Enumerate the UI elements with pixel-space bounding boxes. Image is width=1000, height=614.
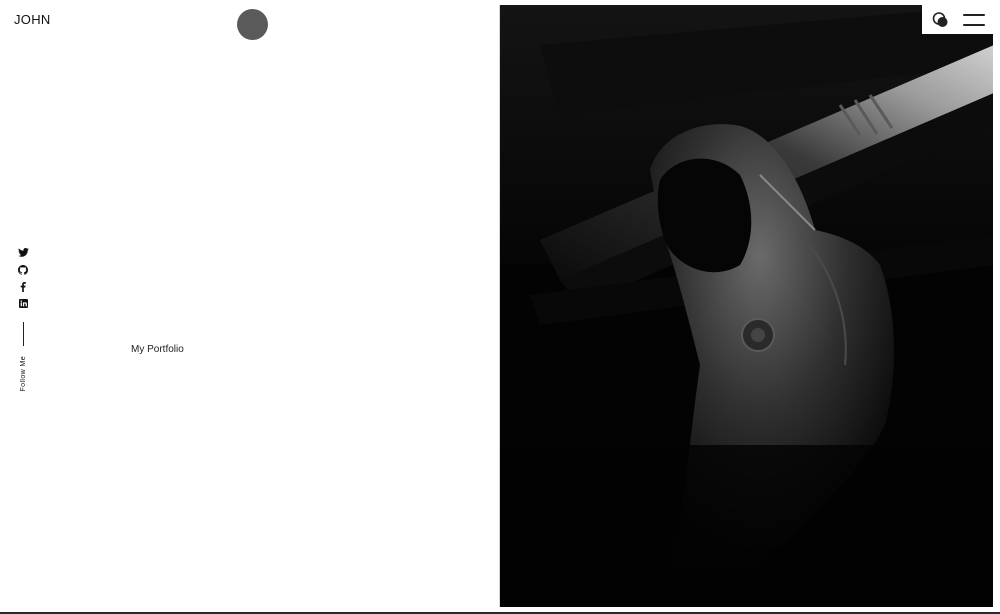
social-divider-line bbox=[22, 322, 24, 346]
hero-photo bbox=[499, 5, 994, 607]
github-icon bbox=[18, 264, 28, 275]
linkedin-link[interactable] bbox=[14, 295, 32, 312]
facebook-link[interactable] bbox=[14, 278, 32, 295]
hamburger-menu-button[interactable] bbox=[963, 13, 985, 26]
follow-me-label: Follow Me bbox=[19, 356, 27, 392]
social-links: Follow Me bbox=[14, 244, 32, 392]
brand-logo[interactable]: JOHN bbox=[14, 12, 51, 27]
github-link[interactable] bbox=[14, 261, 32, 278]
twitter-link[interactable] bbox=[14, 244, 32, 261]
menu-bar-bottom bbox=[963, 23, 985, 26]
twitter-icon bbox=[17, 248, 29, 257]
menu-bar-top bbox=[963, 13, 985, 16]
portfolio-page: JOHN Follow Me My Portfolio bbox=[0, 0, 1000, 614]
theme-toggle-icon bbox=[932, 11, 948, 27]
right-page-margin bbox=[993, 0, 1000, 614]
theme-toggle-button[interactable] bbox=[932, 11, 950, 29]
top-controls bbox=[922, 5, 993, 34]
portfolio-subtitle: My Portfolio bbox=[131, 344, 184, 355]
facebook-icon bbox=[20, 281, 26, 292]
cursor-follower-circle bbox=[237, 9, 268, 40]
linkedin-icon bbox=[18, 299, 28, 308]
hooded-figure-image bbox=[500, 5, 994, 607]
